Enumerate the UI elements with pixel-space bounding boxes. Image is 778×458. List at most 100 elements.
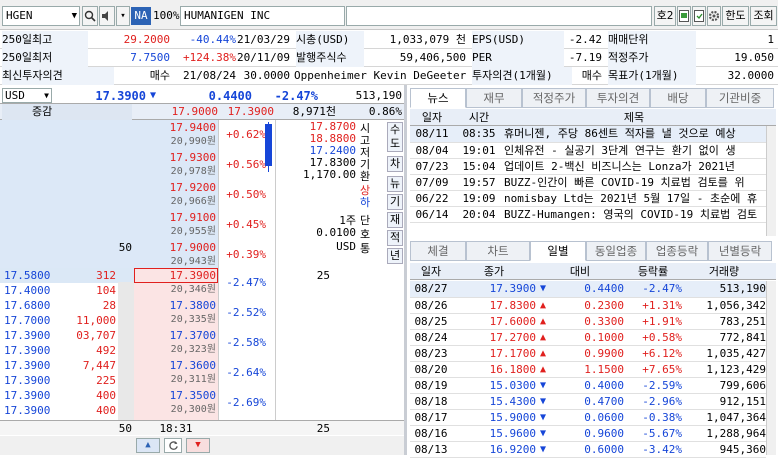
menu-dropdown-icon[interactable]: ▾ [116, 6, 130, 26]
query-button[interactable]: 조회 [750, 6, 777, 26]
tab-news[interactable]: 뉴스 [410, 88, 466, 108]
orderbook-footer: 50 18:31 25 [0, 420, 404, 435]
bid-price: 17.3800 [169, 299, 216, 312]
tab-sector-change[interactable]: 업종등락 [646, 241, 708, 261]
tab-fair-price[interactable]: 적정주가 [522, 88, 586, 108]
target-1m-value: 32.0000 [727, 69, 774, 82]
ask-row[interactable]: 17.9400 20,990원 +0.62% [0, 120, 276, 147]
opinion-target: 30.0000 [243, 69, 290, 82]
news-date: 07/09 [410, 174, 454, 191]
tab-chart[interactable]: 차트 [466, 241, 530, 261]
chevron-down-icon[interactable]: ▼ [72, 7, 77, 25]
refresh-icon[interactable] [164, 438, 182, 453]
trade-scrollbar[interactable] [118, 282, 134, 420]
ask-row[interactable]: 17.9300 20,978원 +0.56% [0, 150, 276, 177]
news-scrollbar[interactable] [766, 126, 776, 236]
note-icon[interactable] [677, 6, 691, 26]
ask-row[interactable]: 17.9100 20,955원 +0.45% [0, 210, 276, 237]
side-button-year[interactable]: 년 [387, 248, 403, 264]
daily-close: 17.6000 [452, 313, 536, 330]
chevron-down-icon[interactable]: ▼ [44, 89, 49, 102]
candle-body [265, 124, 272, 166]
trade-qty: 104 [96, 284, 116, 297]
down-arrow-icon[interactable]: ▼ [186, 438, 210, 453]
message-field[interactable] [346, 6, 652, 26]
opinion-label: 최신투자의견 [2, 67, 114, 85]
tab-opinion[interactable]: 투자의견 [586, 88, 650, 108]
up-arrow-icon: ▲ [536, 361, 550, 378]
speaker-icon[interactable] [99, 6, 115, 26]
limit-button[interactable]: 한도 [722, 6, 749, 26]
trade-price: 17.3900 [4, 404, 51, 417]
news-col-time: 시간 [468, 111, 490, 124]
daily-scrollbar[interactable] [766, 281, 776, 455]
tab-trades[interactable]: 체결 [410, 241, 466, 261]
currency-select[interactable]: USD ▼ [2, 88, 52, 103]
news-time: 19:57 [454, 174, 504, 191]
daily-row[interactable]: 08/23 17.1700 ▲ 0.9900 +6.12% 1,035,427 [410, 345, 766, 362]
tab-daily[interactable]: 일별 [530, 241, 586, 261]
currency-value: USD [5, 89, 25, 102]
trade-price: 17.6800 [4, 299, 51, 312]
daily-row[interactable]: 08/25 17.6000 ▲ 0.3300 +1.91% 783,251 [410, 313, 766, 330]
daily-row[interactable]: 08/20 16.1800 ▲ 1.1500 +7.65% 1,123,429 [410, 361, 766, 378]
news-row[interactable]: 08/04 19:01 인체유전 - 실공기 3단계 연구는 환기 없이 생 [410, 142, 766, 159]
bid-rate: -2.58% [226, 336, 266, 349]
up-arrow-icon: ▲ [536, 345, 550, 362]
news-row[interactable]: 07/23 15:04 업데이트 2-백신 비즈니스는 Lonza가 2021년 [410, 158, 766, 175]
symbol-input[interactable]: HGEN ▼ [2, 6, 80, 26]
ask-row[interactable]: 17.9200 20,966원 +0.50% [0, 180, 276, 207]
tab-same-sector[interactable]: 동일업종 [586, 241, 646, 261]
bookmark-icon[interactable] [692, 6, 706, 26]
ask-rate: +0.45% [226, 218, 266, 231]
daily-row[interactable]: 08/27 17.3900 ▼ 0.4400 -2.47% 513,190 [410, 281, 766, 298]
tab-yearly-change[interactable]: 년별등락 [708, 241, 772, 261]
ask-row[interactable]: 50 17.9000 20,943원 +0.39% [0, 240, 276, 267]
daily-col-close: 종가 [483, 265, 505, 278]
daily-date: 08/25 [410, 313, 452, 330]
bid-krw: 20,323원 [170, 344, 216, 355]
daily-diff: 0.9600 [550, 425, 624, 442]
news-row[interactable]: 06/14 20:04 BUZZ-Humangen: 영국의 COVID-19 치료… [410, 206, 766, 223]
ask-price: 17.9400 [169, 121, 216, 134]
side-button-news[interactable]: 뉴 [387, 176, 403, 192]
side-button-info[interactable]: 기 [387, 194, 403, 210]
daily-row[interactable]: 08/17 15.9000 ▼ 0.0600 -0.38% 1,047,364 [410, 409, 766, 426]
side-button-finance[interactable]: 재 [387, 212, 403, 228]
daily-volume: 783,251 [682, 313, 766, 330]
order-book: 17.9400 20,990원 +0.62% 17.9300 20,978원 +… [0, 120, 404, 420]
up-arrow-icon[interactable]: ▲ [136, 438, 160, 453]
daily-row[interactable]: 08/16 15.9600 ▼ 0.9600 -5.67% 1,288,964 [410, 425, 766, 442]
daily-row[interactable]: 08/18 15.4300 ▼ 0.4700 -2.96% 912,151 [410, 393, 766, 410]
daily-row[interactable]: 08/24 17.2700 ▲ 0.1000 +0.58% 772,841 [410, 329, 766, 346]
panel-divider[interactable] [404, 85, 407, 455]
low250-rate: +124.38% [183, 51, 236, 64]
news-row[interactable]: 06/22 19:09 nomisbay Ltd는 2021년 5월 17일 - 초… [410, 190, 766, 207]
screen-no-button[interactable]: 호2 [654, 6, 676, 26]
daily-row[interactable]: 08/19 15.0300 ▼ 0.4000 -2.59% 799,606 [410, 377, 766, 394]
gear-icon[interactable] [707, 6, 721, 26]
current-price: 17.3900 [95, 89, 146, 103]
daily-volume: 1,035,427 [682, 345, 766, 362]
bid-rate: -2.69% [226, 396, 266, 409]
news-title: BUZZ-Humangen: 영국의 COVID-19 치료법 검토 [504, 206, 766, 223]
trade-row: 17.3900 7,447 [0, 358, 118, 373]
daily-close: 16.1800 [452, 361, 536, 378]
side-button-label: 도 [389, 137, 401, 150]
info-row-2: 250일최저 7.7500 +124.38% 20/11/09 발행주식수 59… [0, 49, 778, 67]
tab-institution[interactable]: 기관비중 [706, 88, 774, 108]
news-row[interactable]: 08/11 08:35 휴머니젠, 주당 86센트 적자를 낼 것으로 예상 [410, 126, 766, 143]
tab-finance[interactable]: 재무 [466, 88, 522, 108]
tab-dividend[interactable]: 배당 [650, 88, 706, 108]
daily-row[interactable]: 08/26 17.8300 ▲ 0.2300 +1.31% 1,056,342 [410, 297, 766, 314]
bid-krw: 20,346원 [170, 284, 216, 295]
side-button-chart[interactable]: 차 [387, 156, 403, 172]
news-row[interactable]: 07/09 19:57 BUZZ-인간이 빠른 COVID-19 치료법 검토를 위 [410, 174, 766, 191]
side-button-buy[interactable]: 수도 [387, 122, 403, 152]
daily-volume: 1,056,342 [682, 297, 766, 314]
ask-price: 17.9100 [169, 211, 216, 224]
stat-volume: 1,170.00 [303, 168, 356, 181]
search-icon[interactable] [82, 6, 98, 26]
trade-price: 17.7000 [4, 314, 51, 327]
side-button-fair[interactable]: 적 [387, 230, 403, 246]
